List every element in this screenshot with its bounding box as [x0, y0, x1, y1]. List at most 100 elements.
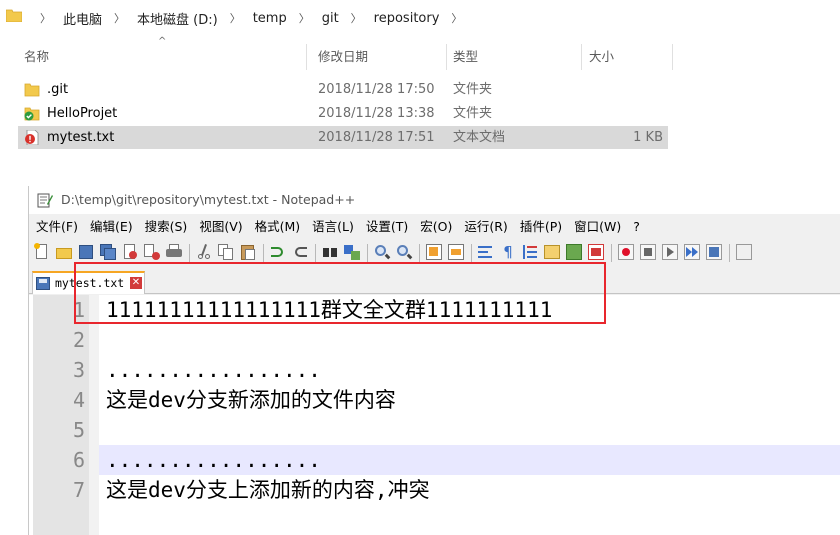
open-file-icon[interactable]	[55, 243, 73, 261]
notepad-window: D:\temp\git\repository\mytest.txt - Note…	[28, 186, 840, 535]
zoom-in-icon[interactable]	[373, 243, 391, 261]
undo-icon[interactable]	[269, 243, 287, 261]
word-wrap-icon[interactable]	[477, 243, 495, 261]
sort-ascending-icon: ^	[158, 36, 167, 47]
folder-workspace-icon[interactable]	[587, 243, 605, 261]
save-macro-icon[interactable]	[705, 243, 723, 261]
function-list-icon[interactable]	[565, 243, 583, 261]
breadcrumb-this-pc[interactable]: 此电脑	[63, 9, 102, 28]
column-header-type[interactable]: 类型	[453, 44, 478, 70]
code-line: .................	[106, 448, 321, 472]
line-number: 3	[72, 358, 85, 382]
title-bar[interactable]: D:\temp\git\repository\mytest.txt - Note…	[29, 186, 840, 214]
toolbar-separator	[189, 244, 190, 262]
address-bar[interactable]: 〉 此电脑 〉 本地磁盘 (D:) 〉 temp 〉 git 〉 reposit…	[0, 0, 840, 36]
window-title: D:\temp\git\repository\mytest.txt - Note…	[61, 192, 356, 207]
close-all-icon[interactable]	[143, 243, 161, 261]
line-number: 7	[72, 478, 85, 502]
file-row[interactable]: HelloProjet 2018/11/28 13:38 文件夹	[18, 102, 668, 125]
menu-format[interactable]: 格式(M)	[249, 216, 307, 238]
chevron-right-icon[interactable]: 〉	[40, 10, 51, 26]
toolbar-separator	[263, 244, 264, 262]
play-macro-icon[interactable]	[661, 243, 679, 261]
text-file-conflict-icon	[25, 130, 39, 145]
file-row[interactable]: mytest.txt 2018/11/28 17:51 文本文档 1 KB	[18, 126, 668, 149]
line-number: 6	[72, 448, 85, 472]
breadcrumb-git[interactable]: git	[322, 11, 339, 26]
saved-file-icon	[36, 277, 50, 290]
extra-tool-icon[interactable]	[735, 243, 753, 261]
paste-icon[interactable]	[239, 243, 257, 261]
stop-macro-icon[interactable]	[639, 243, 657, 261]
zoom-out-icon[interactable]	[395, 243, 413, 261]
run-macro-multiple-icon[interactable]	[683, 243, 701, 261]
print-icon[interactable]	[165, 243, 183, 261]
indent-guide-icon[interactable]	[521, 243, 539, 261]
code-line: 这是dev分支新添加的文件内容	[106, 388, 396, 412]
file-name: .git	[47, 82, 69, 97]
column-divider[interactable]	[672, 44, 673, 70]
code-line: 这是dev分支上添加新的内容,冲突	[106, 478, 430, 502]
doc-map-icon[interactable]	[543, 243, 561, 261]
column-header-size[interactable]: 大小	[589, 44, 614, 70]
column-divider[interactable]	[581, 44, 582, 70]
menu-macro[interactable]: 宏(O)	[414, 216, 458, 238]
column-header-name[interactable]: 名称	[24, 44, 49, 70]
chevron-right-icon[interactable]: 〉	[230, 10, 241, 26]
toolbar-separator	[367, 244, 368, 262]
menu-plugins[interactable]: 插件(P)	[514, 216, 568, 238]
menu-view[interactable]: 视图(V)	[193, 216, 248, 238]
file-date: 2018/11/28 17:50	[318, 82, 435, 97]
replace-icon[interactable]	[343, 243, 361, 261]
menu-search[interactable]: 搜索(S)	[139, 216, 194, 238]
redo-icon[interactable]	[291, 243, 309, 261]
fold-margin[interactable]	[89, 295, 99, 535]
column-divider[interactable]	[306, 44, 307, 70]
chevron-right-icon[interactable]: 〉	[114, 10, 125, 26]
chevron-right-icon[interactable]: 〉	[299, 10, 310, 26]
line-number: 2	[72, 328, 85, 352]
menu-help[interactable]: ?	[627, 216, 646, 238]
menu-file[interactable]: 文件(F)	[29, 216, 84, 238]
column-divider[interactable]	[446, 44, 447, 70]
file-size: 1 KB	[633, 130, 663, 145]
record-macro-icon[interactable]	[617, 243, 635, 261]
column-header-date[interactable]: 修改日期	[318, 44, 368, 70]
menu-window[interactable]: 窗口(W)	[568, 216, 627, 238]
file-type: 文本文档	[453, 130, 506, 145]
file-row[interactable]: .git 2018/11/28 17:50 文件夹	[18, 78, 668, 101]
file-name: HelloProjet	[47, 106, 118, 121]
toolbar-separator	[611, 244, 612, 262]
new-file-icon[interactable]	[33, 243, 51, 261]
breadcrumb-temp[interactable]: temp	[253, 11, 287, 26]
save-icon[interactable]	[77, 243, 95, 261]
chevron-right-icon[interactable]: 〉	[351, 10, 362, 26]
menu-settings[interactable]: 设置(T)	[360, 216, 414, 238]
editor[interactable]: 1 2 3 4 5 6 7 11111111111111111群文全文群1111…	[29, 295, 840, 535]
folder-sync-icon	[24, 107, 40, 121]
save-all-icon[interactable]	[99, 243, 117, 261]
breadcrumb-local-disk[interactable]: 本地磁盘 (D:)	[137, 9, 218, 28]
copy-icon[interactable]	[217, 243, 235, 261]
menu-bar: 文件(F) 编辑(E) 搜索(S) 视图(V) 格式(M) 语言(L) 设置(T…	[29, 216, 646, 238]
menu-run[interactable]: 运行(R)	[458, 216, 513, 238]
sync-horizontal-icon[interactable]	[447, 243, 465, 261]
close-file-icon[interactable]	[121, 243, 139, 261]
chevron-right-icon[interactable]: 〉	[451, 10, 462, 26]
folder-icon	[6, 9, 22, 22]
sync-vertical-icon[interactable]	[425, 243, 443, 261]
breadcrumb-repository[interactable]: repository	[374, 11, 440, 26]
menu-edit[interactable]: 编辑(E)	[84, 216, 139, 238]
file-type: 文件夹	[453, 106, 493, 121]
breadcrumb: 〉 此电脑 〉 本地磁盘 (D:) 〉 temp 〉 git 〉 reposit…	[28, 0, 474, 36]
toolbar-separator	[471, 244, 472, 262]
toolbar-separator	[419, 244, 420, 262]
find-icon[interactable]	[321, 243, 339, 261]
file-date: 2018/11/28 17:51	[318, 130, 435, 145]
show-all-chars-icon[interactable]: ¶	[499, 243, 517, 261]
file-date: 2018/11/28 13:38	[318, 106, 435, 121]
menu-language[interactable]: 语言(L)	[306, 216, 360, 238]
notepad-app-icon	[37, 193, 53, 208]
cut-icon[interactable]	[195, 243, 213, 261]
folder-icon	[24, 83, 40, 97]
